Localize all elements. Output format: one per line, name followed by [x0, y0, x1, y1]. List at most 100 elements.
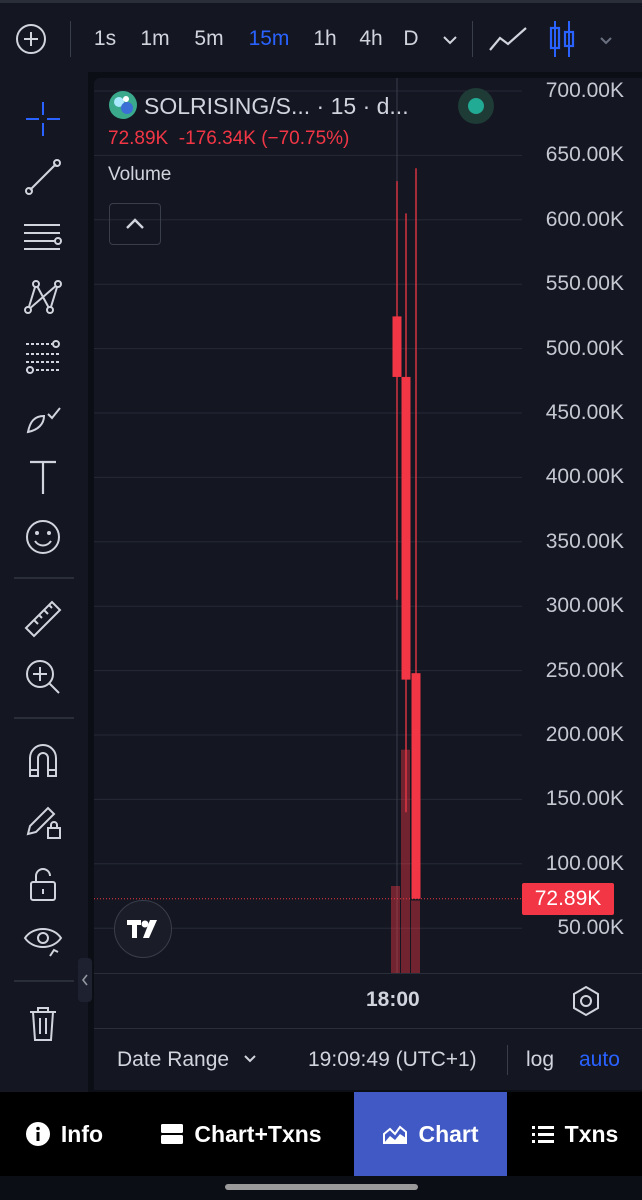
price-change-legend: 72.89K -176.34K (−70.75%) — [108, 128, 349, 150]
unlock-icon — [30, 868, 56, 901]
add-symbol-button[interactable] — [10, 3, 52, 75]
hide-drawings-tool[interactable] — [14, 914, 72, 964]
brush-icon — [26, 407, 61, 434]
interval-15m[interactable]: 15m — [242, 3, 296, 75]
market-status-indicator[interactable] — [458, 88, 494, 124]
area-chart-icon — [383, 1125, 408, 1144]
status-dot-icon — [468, 98, 484, 114]
trash-icon — [30, 1007, 56, 1041]
measure-tool[interactable] — [14, 594, 72, 644]
chart-type-button[interactable] — [544, 3, 580, 75]
auto-scale-toggle[interactable]: auto — [579, 1029, 620, 1091]
timezone-clock[interactable]: 19:09:49 (UTC+1) — [308, 1029, 477, 1091]
settings-icon[interactable] — [569, 984, 603, 1018]
symbol-legend[interactable]: SOLRISING/S... · 15 · d... — [108, 90, 409, 120]
date-range-button[interactable]: Date Range — [117, 1029, 257, 1091]
text-tool[interactable] — [14, 452, 72, 502]
eye-icon — [23, 928, 63, 957]
log-scale-toggle[interactable]: log — [526, 1029, 554, 1091]
toolbar-divider — [14, 980, 74, 982]
interval-D[interactable]: D — [400, 3, 422, 75]
tradingview-logo-icon — [127, 920, 157, 938]
emoji-tool[interactable] — [14, 512, 72, 562]
volume-legend[interactable]: Volume — [108, 164, 171, 186]
list-icon — [531, 1126, 554, 1143]
nav-txns[interactable]: Txns — [507, 1092, 642, 1176]
fib-retracement-icon — [26, 340, 60, 374]
price-tick: 100.00K — [545, 851, 624, 875]
interval-dropdown[interactable] — [436, 3, 464, 75]
tradingview-logo-button[interactable] — [114, 900, 172, 958]
chart-type-dropdown[interactable] — [594, 3, 618, 75]
ruler-icon — [24, 600, 62, 638]
trend-line-tool[interactable] — [14, 152, 72, 202]
price-tick: 50.00K — [557, 916, 624, 940]
chart-pane: SOLRISING/S... · 15 · d... 72.89K -176.3… — [94, 78, 642, 1090]
plus-circle-icon — [16, 24, 46, 54]
toolbar-separator — [70, 21, 71, 57]
price-tick: 600.00K — [545, 207, 624, 231]
volume-bar — [411, 900, 420, 973]
time-tick: 18:00 — [366, 988, 420, 1011]
lock-drawings-tool[interactable] — [14, 796, 72, 846]
bottom-controls: Date Range 19:09:49 (UTC+1) log auto — [94, 1028, 642, 1091]
legend-collapse-button[interactable] — [109, 203, 161, 245]
chevron-left-icon — [81, 974, 88, 986]
indicators-button[interactable] — [486, 3, 530, 75]
nav-info-label: Info — [60, 1120, 104, 1147]
lock-tool[interactable] — [14, 858, 72, 908]
pattern-tool[interactable] — [14, 272, 72, 322]
interval-1m[interactable]: 1m — [134, 3, 176, 75]
price-tick: 350.00K — [545, 529, 624, 553]
nav-txns-label: Txns — [564, 1120, 619, 1147]
candle-body — [401, 376, 411, 680]
drawing-toolbar — [0, 72, 88, 1092]
magnet-tool[interactable] — [14, 736, 72, 786]
toolbar-collapse-handle[interactable] — [78, 958, 92, 1002]
price-tick: 400.00K — [545, 465, 624, 489]
toolbar-divider — [14, 577, 74, 579]
home-indicator — [225, 1184, 418, 1190]
interval-5m[interactable]: 5m — [188, 3, 230, 75]
candle-body — [411, 673, 421, 899]
current-price-label: 72.89K — [522, 882, 614, 915]
price-tick: 500.00K — [545, 336, 624, 360]
horizontal-lines-tool[interactable] — [14, 212, 72, 262]
price-tick: 450.00K — [545, 401, 624, 424]
price-change: -176.34K (−70.75%) — [178, 128, 350, 149]
text-icon — [30, 460, 56, 494]
nav-chart-label: Chart — [418, 1120, 479, 1147]
crosshair-tool[interactable] — [14, 94, 72, 144]
fib-tool[interactable] — [14, 332, 72, 382]
horizontal-lines-icon — [24, 224, 62, 250]
brush-tool[interactable] — [14, 392, 72, 442]
zoom-tool[interactable] — [14, 652, 72, 702]
chevron-down-icon — [443, 36, 457, 45]
nav-chart-txns[interactable]: Chart+Txns — [128, 1092, 354, 1176]
pattern-icon — [24, 280, 62, 314]
crosshair-icon — [26, 102, 60, 136]
price-tick: 150.00K — [545, 787, 624, 811]
price-tick: 250.00K — [545, 658, 624, 682]
line-chart-icon — [489, 27, 527, 51]
split-view-icon — [161, 1124, 184, 1144]
last-price: 72.89K — [108, 128, 169, 149]
candles-icon — [549, 21, 575, 57]
interval-1h[interactable]: 1h — [308, 3, 342, 75]
magnet-icon — [29, 744, 57, 777]
interval-1s[interactable]: 1s — [86, 3, 124, 75]
price-axis[interactable]: 700.00K 650.00K 600.00K 550.00K 500.00K 450.0… — [522, 78, 642, 973]
price-tick: 300.00K — [545, 594, 624, 618]
controls-separator — [507, 1045, 508, 1075]
volume-bar — [391, 886, 400, 973]
bottom-navigation: Info Chart+Txns Chart Txns — [0, 1092, 642, 1176]
smiley-icon — [26, 520, 60, 554]
nav-info[interactable]: Info — [0, 1092, 128, 1176]
remove-drawings-tool[interactable] — [14, 998, 72, 1048]
nav-chart[interactable]: Chart — [354, 1092, 507, 1176]
candle-body — [392, 316, 402, 377]
interval-4h[interactable]: 4h — [354, 3, 388, 75]
symbol-title: SOLRISING/S... · 15 · d... — [144, 93, 409, 119]
time-axis[interactable]: 18:00 — [94, 973, 642, 1029]
toolbar-divider — [14, 717, 74, 719]
